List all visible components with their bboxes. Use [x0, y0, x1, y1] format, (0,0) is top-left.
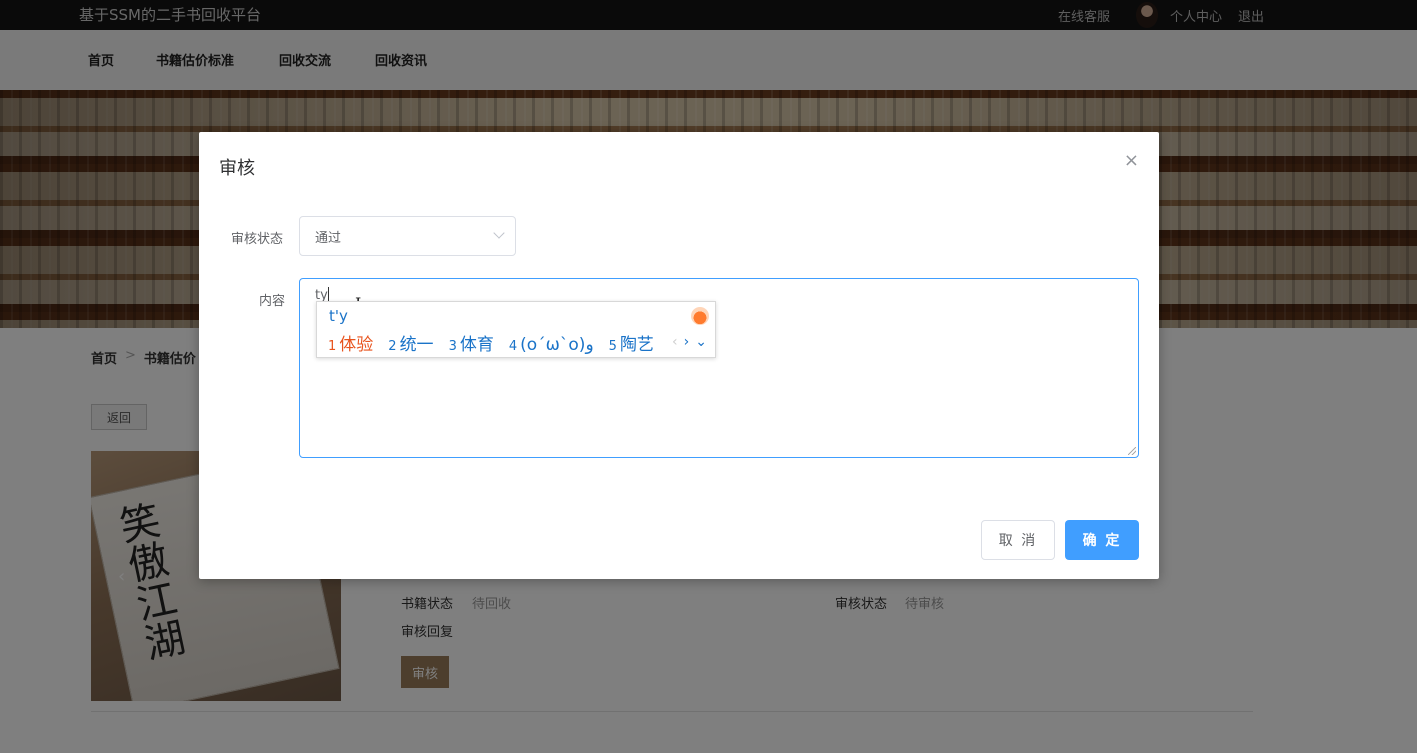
- ime-candidate[interactable]: 5 陶艺: [609, 330, 654, 355]
- content-field-label: 内容: [259, 294, 286, 309]
- ime-next-page-icon[interactable]: ›: [684, 334, 690, 350]
- status-select[interactable]: 通过: [299, 216, 516, 256]
- resize-handle-icon[interactable]: [1128, 447, 1136, 455]
- ime-candidate-number: 2: [388, 339, 397, 354]
- chevron-down-icon: [493, 227, 505, 239]
- audit-dialog: 审核 × 审核状态 通过 内容 ty I t'y 1体验 2统一 3体育 4(o…: [199, 132, 1159, 579]
- ime-candidate-text: (o´ω`o)و: [520, 335, 594, 355]
- ime-candidate-text: 统一: [399, 335, 434, 355]
- ime-page-controls: ‹ › ⌄: [672, 334, 707, 350]
- text-caret: [327, 287, 329, 301]
- ime-logo-icon[interactable]: [691, 307, 709, 325]
- ime-expand-icon[interactable]: ⌄: [695, 334, 707, 350]
- ime-candidate-number: 5: [608, 339, 617, 354]
- ime-pinyin: t'y: [329, 307, 348, 325]
- ime-candidates: 1 体验 2 统一 3 体育 4 (o´ω`o)و 5 陶艺: [328, 330, 669, 355]
- ime-candidate[interactable]: 1 体验: [328, 330, 373, 355]
- dialog-title: 审核: [219, 158, 255, 179]
- ime-candidate-window: t'y 1 体验 2 统一 3 体育 4 (o´ω`o)و 5 陶艺 ‹ › ⌄: [316, 301, 716, 358]
- ime-candidate[interactable]: 3 体育: [449, 330, 494, 355]
- ime-candidate-number: 4: [508, 339, 518, 354]
- ime-prev-page-icon[interactable]: ‹: [672, 334, 678, 350]
- confirm-button[interactable]: 确 定: [1065, 520, 1139, 560]
- status-select-value: 通过: [315, 230, 342, 246]
- cancel-button[interactable]: 取 消: [981, 520, 1055, 560]
- ime-candidate-text: 体验: [339, 335, 374, 355]
- ime-candidate-text: 陶艺: [619, 335, 654, 355]
- ime-candidate[interactable]: 4 (o´ω`o)و: [509, 335, 594, 355]
- ime-candidate-text: 体育: [459, 335, 494, 355]
- ime-candidate-number: 1: [328, 339, 337, 354]
- close-icon[interactable]: ×: [1124, 150, 1139, 171]
- status-field-label: 审核状态: [231, 232, 284, 247]
- ime-candidate-number: 3: [448, 339, 457, 354]
- ime-candidate[interactable]: 2 统一: [388, 330, 433, 355]
